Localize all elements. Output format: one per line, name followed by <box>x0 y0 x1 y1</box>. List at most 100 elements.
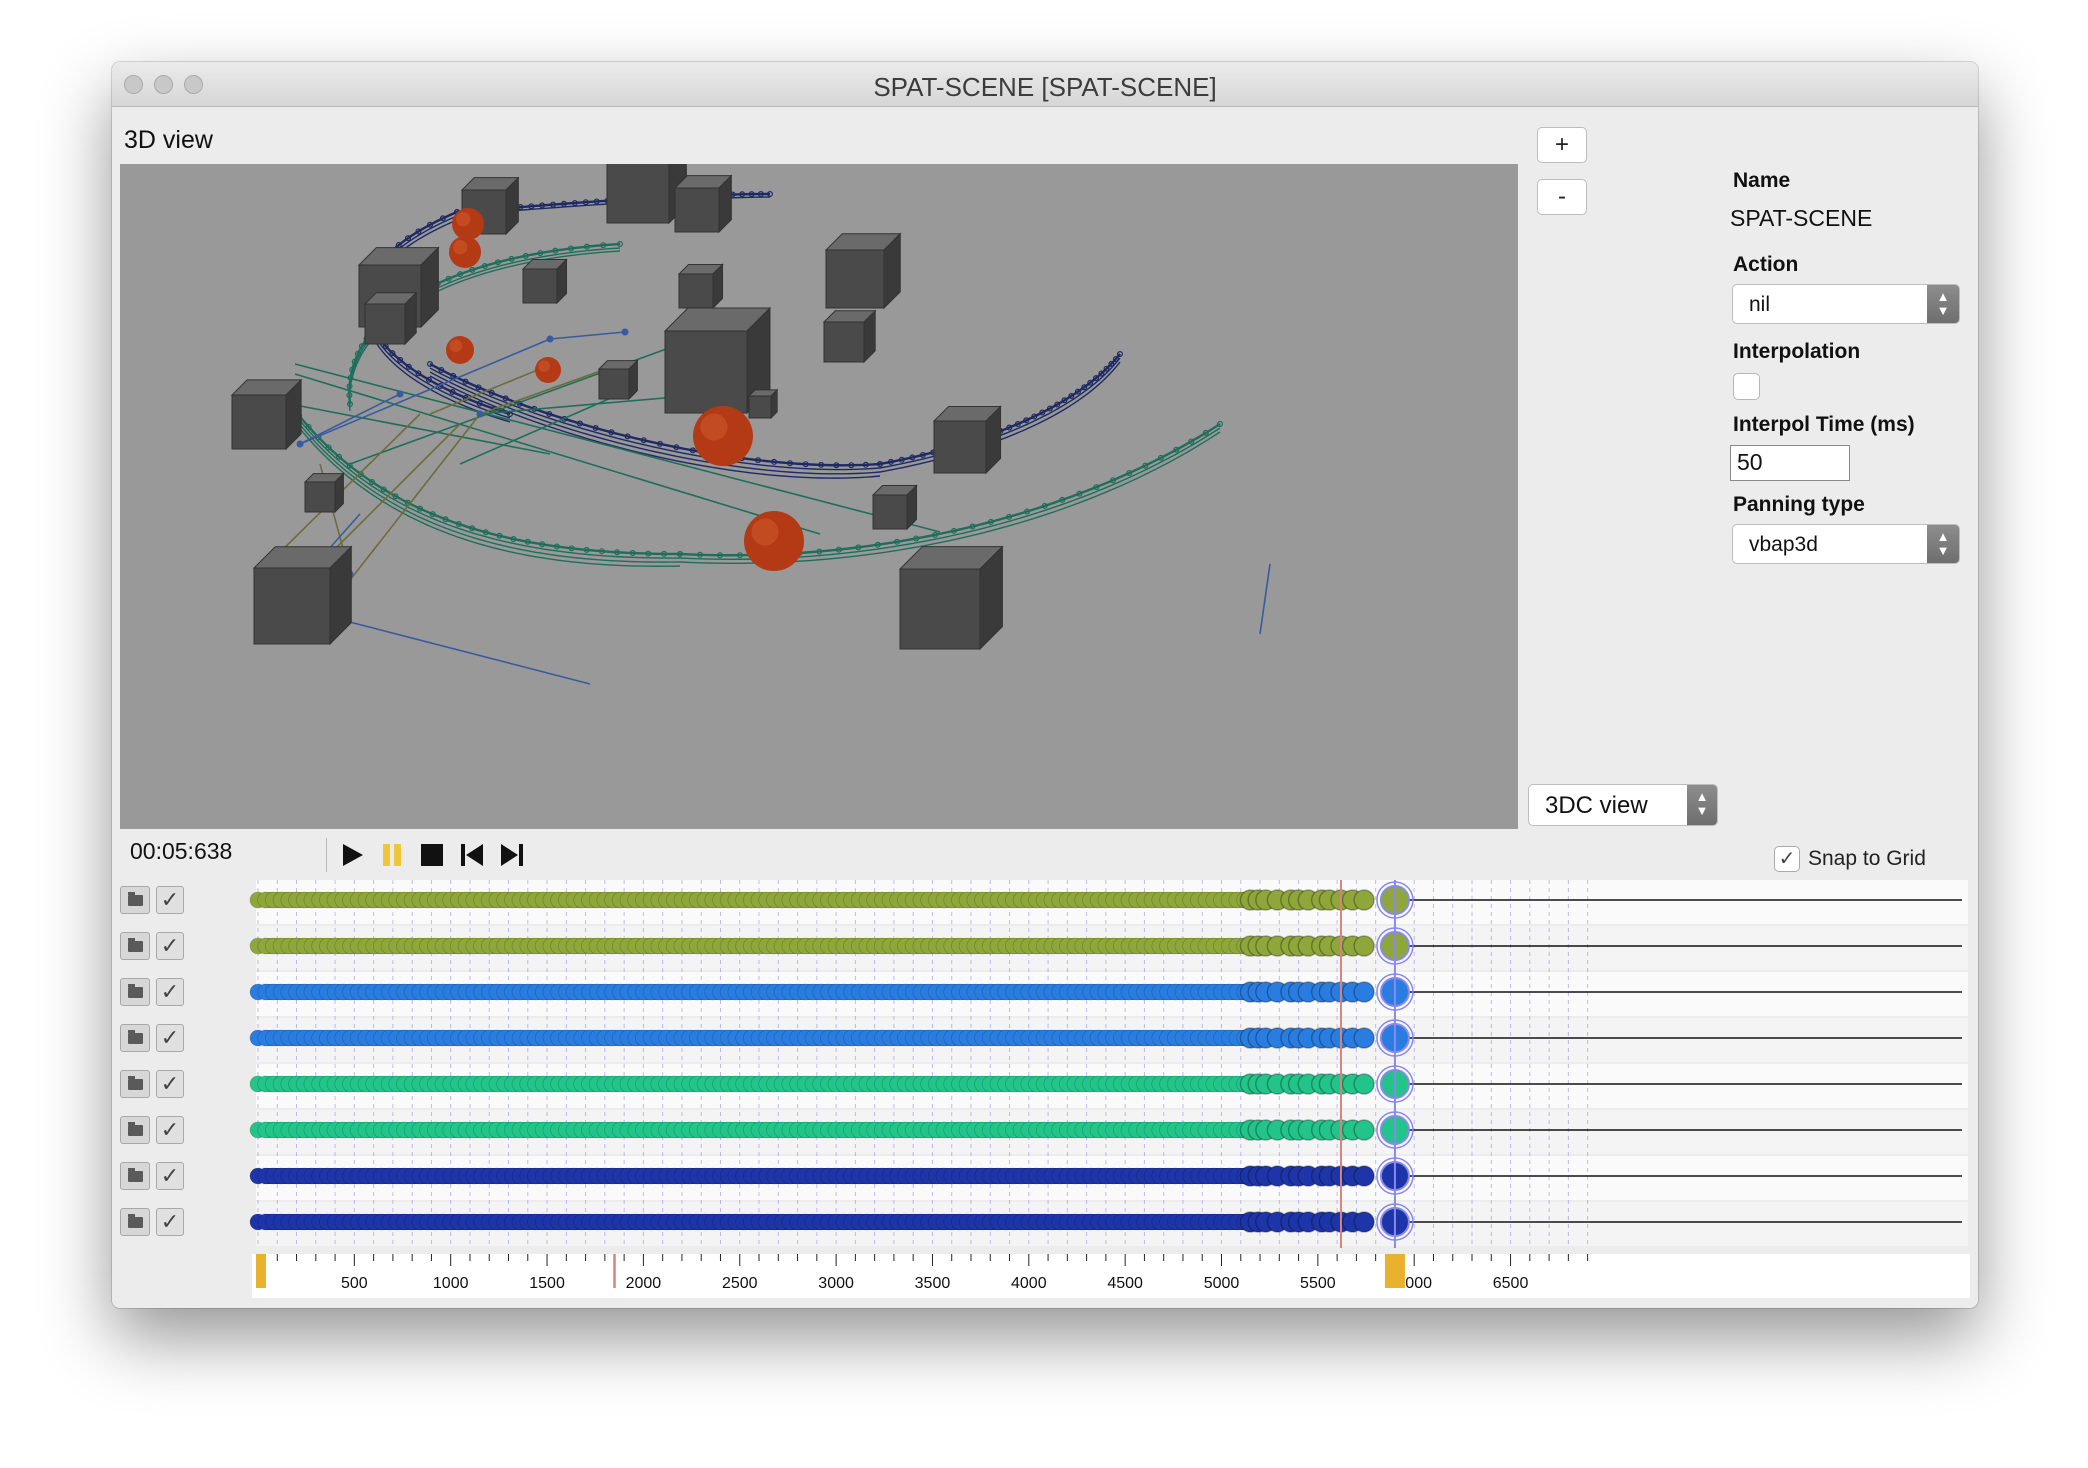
speaker-cube <box>363 291 418 346</box>
track-enable-checkbox[interactable]: ✓ <box>156 1162 184 1190</box>
timeline[interactable]: 500 1000 1500 2000 2500 3000 3500 4000 4500 5000 5… <box>190 880 1970 1308</box>
folder-icon <box>128 1076 143 1090</box>
speaker-cube <box>606 164 687 225</box>
action-value: nil <box>1749 293 1771 316</box>
cube-front <box>872 494 908 530</box>
track-folder-button[interactable] <box>120 1162 150 1190</box>
source-sphere <box>744 511 804 571</box>
source-sphere <box>446 336 474 364</box>
cube-front <box>522 268 558 304</box>
snap-to-grid-label: Snap to Grid <box>1808 847 1926 870</box>
track-enable-checkbox[interactable]: ✓ <box>156 1070 184 1098</box>
name-label: Name <box>1733 169 1791 192</box>
ruler-tick-label: 6500 <box>1493 1275 1529 1292</box>
zoom-out-button[interactable]: - <box>1537 179 1587 215</box>
cube-front <box>231 394 287 450</box>
path-green <box>289 403 681 556</box>
path-olive-segment <box>429 368 541 415</box>
track-folder-button[interactable] <box>120 886 150 914</box>
interpolation-label: Interpolation <box>1733 340 1861 363</box>
view-mode-value: 3DC view <box>1545 792 1648 819</box>
track-point <box>1353 1211 1375 1233</box>
action-select[interactable]: nil ▲ ▼ <box>1732 284 1960 324</box>
ruler-tick-label: 5500 <box>1300 1275 1336 1292</box>
path-node <box>621 328 629 336</box>
track-enable-checkbox[interactable]: ✓ <box>156 1116 184 1144</box>
skip-start-icon[interactable] <box>457 840 487 870</box>
track-folder-button[interactable] <box>120 1208 150 1236</box>
snap-to-grid-checkbox[interactable]: ✓ <box>1774 846 1800 872</box>
speaker-cube <box>597 359 639 401</box>
path-blue-segment <box>1259 563 1271 635</box>
folder-icon <box>128 984 143 998</box>
sphere-highlight <box>453 240 468 255</box>
ruler-tick-label: 5000 <box>1204 1275 1240 1292</box>
track-point <box>1353 889 1375 911</box>
folder-icon <box>128 1168 143 1182</box>
view-mode-select[interactable]: 3DC view ▲ ▼ <box>1528 784 1718 826</box>
path-node <box>476 410 484 418</box>
folder-icon <box>128 892 143 906</box>
panning-type-value: vbap3d <box>1749 533 1818 556</box>
speaker-cube <box>871 484 918 531</box>
track-folder-button[interactable] <box>120 978 150 1006</box>
pause-icon[interactable] <box>377 840 407 870</box>
interpolation-checkbox[interactable] <box>1733 373 1760 400</box>
track-point <box>1353 1073 1375 1095</box>
cube-front <box>606 164 670 224</box>
track-enable-checkbox[interactable]: ✓ <box>156 1024 184 1052</box>
interpol-time-label: Interpol Time (ms) <box>1733 413 1915 436</box>
track-point <box>1353 981 1375 1003</box>
track-folder-button[interactable] <box>120 1116 150 1144</box>
cube-front <box>674 187 720 233</box>
spat-scene-window: SPAT-SCENE [SPAT-SCENE] 3D view + - Name… <box>112 62 1978 1308</box>
cube-front <box>825 249 885 309</box>
track-folder-button[interactable] <box>120 1024 150 1052</box>
path-blue-segment <box>299 338 551 445</box>
folder-icon <box>128 1122 143 1136</box>
cube-front <box>304 481 336 513</box>
cube-front <box>823 321 865 363</box>
3d-viewport[interactable] <box>120 164 1518 829</box>
play-icon[interactable] <box>337 840 367 870</box>
speaker-cube <box>932 405 1002 475</box>
cube-front <box>933 420 987 474</box>
time-display: 00:05:638 <box>130 838 233 864</box>
track-point <box>1353 1165 1375 1187</box>
track-enable-checkbox[interactable]: ✓ <box>156 1208 184 1236</box>
ruler-tick-label: 1000 <box>433 1275 469 1292</box>
sphere-highlight <box>456 212 471 227</box>
ruler-tick-label: 1500 <box>529 1275 565 1292</box>
end-marker <box>1384 1254 1405 1288</box>
folder-icon <box>128 1030 143 1044</box>
track-enable-checkbox[interactable]: ✓ <box>156 932 184 960</box>
cube-front <box>748 395 772 419</box>
track-enable-checkbox[interactable]: ✓ <box>156 978 184 1006</box>
sphere-highlight <box>751 518 779 546</box>
3d-scene[interactable] <box>120 164 1518 829</box>
track-folder-button[interactable] <box>120 932 150 960</box>
sphere-highlight <box>700 413 728 441</box>
sphere-highlight <box>449 339 463 353</box>
track-enable-checkbox[interactable]: ✓ <box>156 886 184 914</box>
source-sphere <box>449 236 481 268</box>
panning-type-select[interactable]: vbap3d ▲ ▼ <box>1732 524 1960 564</box>
speaker-cube <box>677 263 724 310</box>
track-folder-button[interactable] <box>120 1070 150 1098</box>
cube-front <box>664 330 748 414</box>
select-arrows-icon: ▲ ▼ <box>1687 785 1717 825</box>
ruler-tick-label: 3000 <box>818 1275 854 1292</box>
track-point <box>1353 1027 1375 1049</box>
panning-type-label: Panning type <box>1733 493 1865 516</box>
interpol-time-input[interactable]: 50 <box>1730 445 1850 481</box>
cube-front <box>899 568 981 650</box>
folder-icon <box>128 938 143 952</box>
stop-icon[interactable] <box>417 840 447 870</box>
path-navy <box>429 375 881 479</box>
ruler-tick-label: 4000 <box>1011 1275 1047 1292</box>
speaker-cube <box>230 378 303 451</box>
skip-end-icon[interactable] <box>497 840 527 870</box>
speaker-cube <box>824 232 902 310</box>
cube-front <box>678 273 714 309</box>
zoom-in-button[interactable]: + <box>1537 127 1587 163</box>
